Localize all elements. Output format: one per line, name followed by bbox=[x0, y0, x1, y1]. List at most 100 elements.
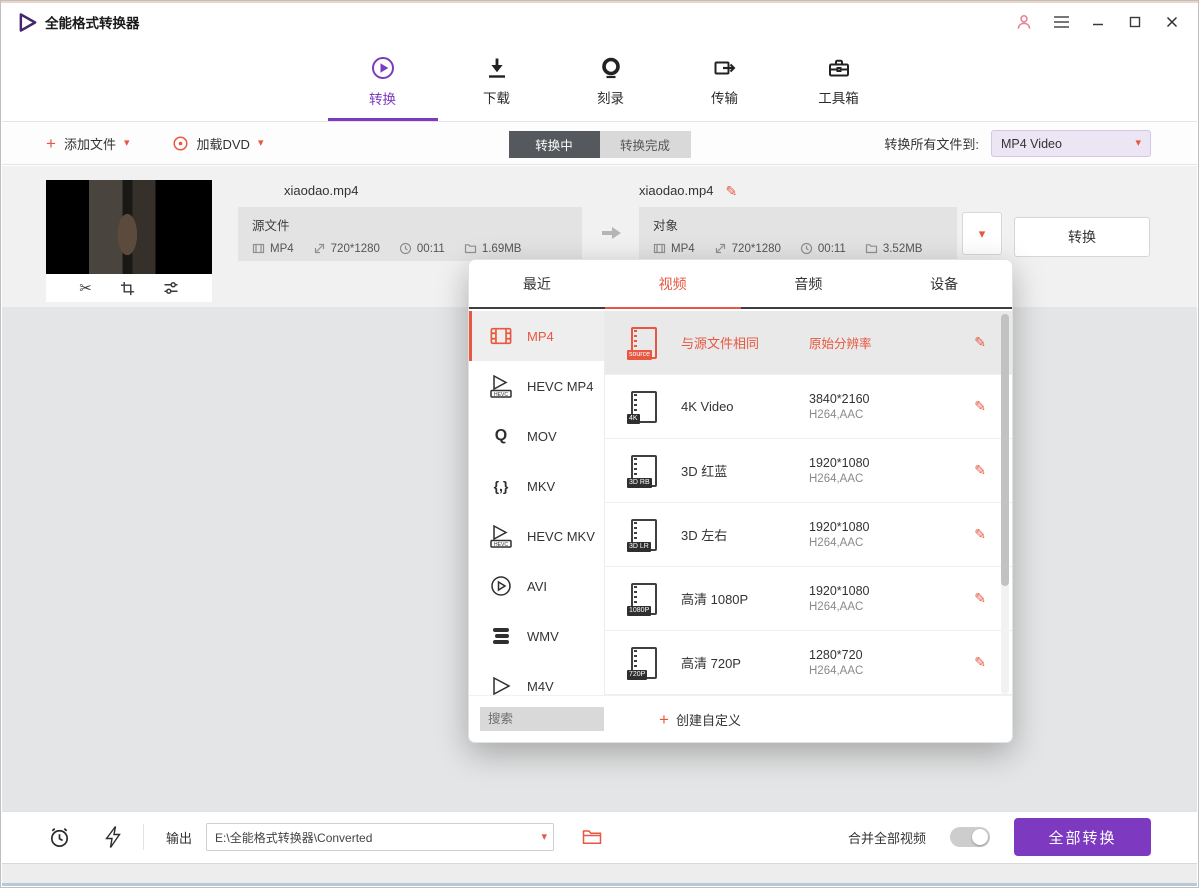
preset-4k-video[interactable]: 4K 4K Video 3840*2160 H264,AAC ✎ bbox=[605, 375, 1012, 439]
tab-download[interactable]: 下载 bbox=[463, 41, 531, 121]
output-path-input[interactable] bbox=[206, 823, 554, 851]
video-thumbnail[interactable]: ✂ bbox=[46, 180, 212, 302]
format-picker-popup: 最近 视频 音频 设备 MP4 HEVC HEVC MP4 Q MOV bbox=[468, 259, 1013, 743]
thumbnail-toolbar: ✂ bbox=[46, 274, 212, 302]
source-to-target-arrow-icon bbox=[601, 225, 623, 241]
preset-hd-720p[interactable]: 720P 高清 720P 1280*720 H264,AAC ✎ bbox=[605, 631, 1012, 695]
tab-transfer[interactable]: 传输 bbox=[691, 41, 759, 121]
trim-scissors-icon[interactable]: ✂ bbox=[79, 281, 92, 296]
menu-icon[interactable] bbox=[1052, 13, 1070, 31]
preset-scrollbar[interactable] bbox=[1001, 314, 1009, 694]
close-button[interactable] bbox=[1163, 13, 1181, 31]
source-info-box: 源文件 MP4 720*1280 00:11 1.69MB bbox=[238, 207, 582, 261]
preset-hd-1080p[interactable]: 1080P 高清 1080P 1920*1080 H264,AAC ✎ bbox=[605, 567, 1012, 631]
plus-icon: + bbox=[659, 711, 669, 728]
wmv-stack-icon bbox=[488, 626, 514, 646]
transfer-icon bbox=[713, 56, 737, 80]
effects-adjust-icon[interactable] bbox=[163, 280, 179, 296]
preset-edit-icon[interactable]: ✎ bbox=[974, 398, 986, 415]
format-item-avi[interactable]: AVI bbox=[469, 561, 604, 611]
svg-text:HEVC: HEVC bbox=[494, 542, 508, 548]
preset-edit-icon[interactable]: ✎ bbox=[974, 590, 986, 607]
m4v-play-icon bbox=[488, 675, 514, 697]
high-speed-bolt-icon[interactable] bbox=[105, 826, 121, 848]
quicktime-q-icon: Q bbox=[488, 427, 514, 445]
tab-converting[interactable]: 转换中 bbox=[509, 131, 600, 158]
output-path-field[interactable]: ▾ bbox=[206, 823, 554, 851]
chevron-down-icon: ▾ bbox=[979, 227, 986, 240]
minimize-button[interactable] bbox=[1089, 13, 1107, 31]
source-file-icon: source bbox=[631, 327, 657, 359]
tab-finished[interactable]: 转换完成 bbox=[600, 131, 691, 158]
merge-videos-toggle[interactable] bbox=[950, 827, 990, 847]
preset-edit-icon[interactable]: ✎ bbox=[974, 654, 986, 671]
format-search-input[interactable] bbox=[480, 707, 604, 731]
video-file-icon: 1080P bbox=[631, 583, 657, 615]
source-label: 源文件 bbox=[252, 215, 568, 234]
target-size: 3.52MB bbox=[865, 242, 923, 255]
scrollbar-thumb[interactable] bbox=[1001, 314, 1009, 586]
tab-transfer-label: 传输 bbox=[711, 87, 738, 107]
film-icon bbox=[653, 242, 666, 255]
source-size: 1.69MB bbox=[464, 242, 522, 255]
preset-edit-icon[interactable]: ✎ bbox=[974, 526, 986, 543]
format-item-mov[interactable]: Q MOV bbox=[469, 411, 604, 461]
window-accent-line bbox=[1, 1, 1198, 3]
mp4-film-icon bbox=[488, 326, 514, 346]
popup-tab-device[interactable]: 设备 bbox=[876, 260, 1012, 307]
download-icon bbox=[485, 56, 509, 80]
popup-tab-video[interactable]: 视频 bbox=[605, 260, 741, 307]
format-item-mp4[interactable]: MP4 bbox=[469, 311, 604, 361]
format-list: MP4 HEVC HEVC MP4 Q MOV {,} MKV HEVC HEV bbox=[469, 311, 605, 697]
crop-icon[interactable] bbox=[120, 281, 135, 296]
preset-edit-icon[interactable]: ✎ bbox=[974, 334, 986, 351]
burn-disc-icon bbox=[599, 56, 623, 80]
chevron-down-icon[interactable]: ▾ bbox=[541, 830, 547, 843]
preset-same-as-source[interactable]: source 与源文件相同 原始分辨率 ✎ bbox=[605, 311, 1012, 375]
format-popup-tabs: 最近 视频 音频 设备 bbox=[469, 260, 1012, 309]
open-output-folder-icon[interactable] bbox=[582, 829, 602, 845]
target-format: MP4 bbox=[653, 242, 695, 255]
convert-file-button[interactable]: 转换 bbox=[1014, 217, 1150, 257]
target-format-dropdown-button[interactable]: ▾ bbox=[962, 212, 1002, 255]
preset-3d-redblue[interactable]: 3D RB 3D 红蓝 1920*1080 H264,AAC ✎ bbox=[605, 439, 1012, 503]
svg-text:HEVC: HEVC bbox=[494, 392, 508, 398]
dvd-icon bbox=[173, 136, 188, 151]
tab-burn[interactable]: 刻录 bbox=[577, 41, 645, 121]
format-popup-footer: + 创建自定义 bbox=[469, 695, 1012, 742]
tab-toolbox[interactable]: 工具箱 bbox=[805, 41, 873, 121]
video-file-icon: 3D LR bbox=[631, 519, 657, 551]
tab-convert[interactable]: 转换 bbox=[349, 41, 417, 121]
format-item-hevc-mkv[interactable]: HEVC HEVC MKV bbox=[469, 511, 604, 561]
add-file-button[interactable]: + 添加文件 ▾ bbox=[46, 134, 129, 153]
format-item-wmv[interactable]: WMV bbox=[469, 611, 604, 661]
titlebar: 全能格式转换器 bbox=[2, 3, 1197, 41]
convert-all-button[interactable]: 全部转换 bbox=[1014, 818, 1151, 856]
target-filename: xiaodao.mp4 bbox=[639, 183, 713, 198]
create-custom-button[interactable]: + 创建自定义 bbox=[659, 710, 741, 729]
output-label: 输出 bbox=[166, 828, 192, 847]
popup-tab-audio[interactable]: 音频 bbox=[741, 260, 877, 307]
divider bbox=[143, 824, 144, 850]
film-icon bbox=[252, 242, 265, 255]
app-logo-icon bbox=[18, 13, 37, 32]
rename-edit-icon[interactable]: ✎ bbox=[725, 184, 737, 198]
format-item-m4v[interactable]: M4V bbox=[469, 661, 604, 697]
preset-3d-leftright[interactable]: 3D LR 3D 左右 1920*1080 H264,AAC ✎ bbox=[605, 503, 1012, 567]
account-icon[interactable] bbox=[1015, 13, 1033, 31]
tab-burn-label: 刻录 bbox=[597, 87, 624, 107]
format-item-hevc-mp4[interactable]: HEVC HEVC MP4 bbox=[469, 361, 604, 411]
convert-icon bbox=[370, 55, 396, 81]
format-item-mkv[interactable]: {,} MKV bbox=[469, 461, 604, 511]
main-nav: 转换 下载 刻录 传输 工具箱 bbox=[2, 41, 1197, 122]
global-format-dropdown[interactable]: MP4 Video ▾ bbox=[991, 130, 1151, 157]
schedule-alarm-icon[interactable] bbox=[48, 826, 71, 849]
popup-tab-recent[interactable]: 最近 bbox=[469, 260, 605, 307]
load-dvd-button[interactable]: 加载DVD ▾ bbox=[173, 134, 263, 153]
maximize-button[interactable] bbox=[1126, 13, 1144, 31]
preset-edit-icon[interactable]: ✎ bbox=[974, 462, 986, 479]
app-window: 全能格式转换器 转换 bbox=[0, 0, 1199, 888]
window-bottom-strip bbox=[2, 863, 1197, 885]
toggle-knob bbox=[972, 829, 988, 845]
chevron-down-icon: ▾ bbox=[1135, 138, 1141, 149]
